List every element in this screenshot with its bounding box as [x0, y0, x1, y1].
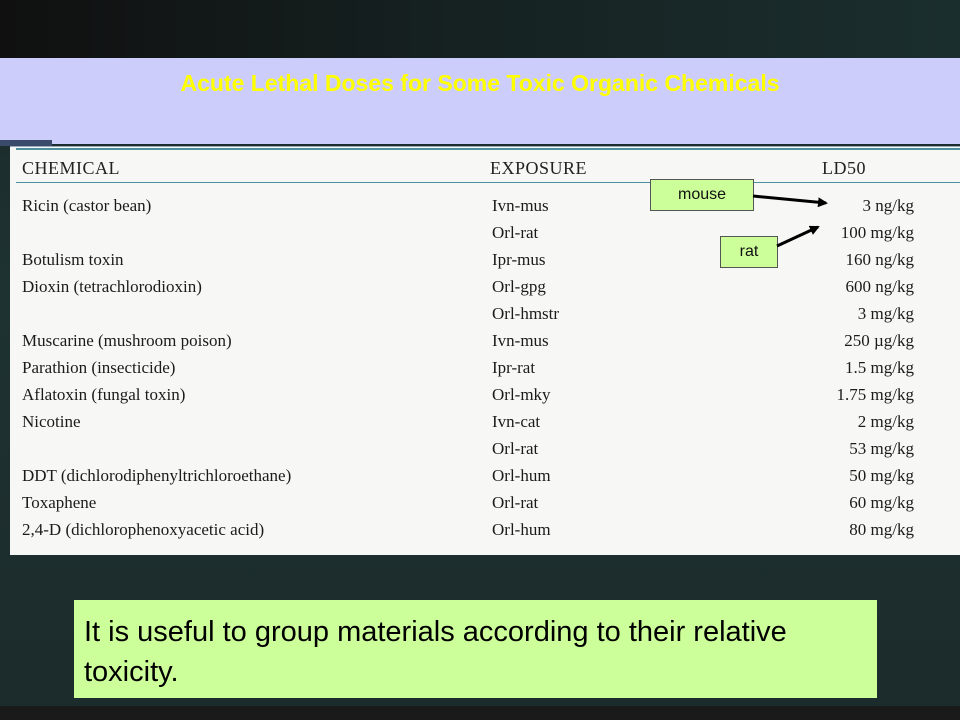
header-ld50: LD50 [822, 158, 866, 178]
cell-ld50: 1.75 mg/kg [836, 385, 914, 404]
cell-chemical: DDT (dichlorodiphenyltrichloroethane) [22, 466, 292, 485]
header-chemical: CHEMICAL [22, 158, 120, 178]
cell-exposure: Orl-hum [492, 466, 551, 485]
cell-ld50: 60 mg/kg [849, 493, 914, 512]
cell-exposure: Orl-rat [492, 439, 539, 458]
cell-ld50: 100 mg/kg [840, 223, 914, 242]
table-row: Orl-rat 100 mg/kg [0, 223, 960, 250]
cell-chemical: Ricin (castor bean) [22, 196, 152, 215]
table-row: Toxaphene Orl-rat 60 mg/kg [0, 493, 960, 520]
cell-exposure: Ipr-mus [492, 250, 546, 269]
mouse-callout: mouse [650, 179, 754, 211]
cell-chemical: Dioxin (tetrachlorodioxin) [22, 277, 202, 296]
cell-chemical: Toxaphene [22, 493, 97, 512]
cell-chemical: Aflatoxin (fungal toxin) [22, 385, 186, 404]
cell-exposure: Orl-rat [492, 493, 539, 512]
slide-title: Acute Lethal Doses for Some Toxic Organi… [180, 70, 780, 96]
cell-exposure: Ivn-mus [492, 196, 549, 215]
table-row: Aflatoxin (fungal toxin) Orl-mky 1.75 mg… [0, 385, 960, 412]
cell-ld50: 250 µg/kg [844, 331, 914, 350]
cell-exposure: Orl-hum [492, 520, 551, 539]
table-row: DDT (dichlorodiphenyltrichloroethane) Or… [0, 466, 960, 493]
cell-chemical: Parathion (insecticide) [22, 358, 176, 377]
table-header-rule [16, 182, 960, 183]
table-row: Muscarine (mushroom poison) Ivn-mus 250 … [0, 331, 960, 358]
rat-callout: rat [720, 236, 778, 268]
cell-ld50: 160 ng/kg [845, 250, 914, 269]
table-row: Orl-hmstr 3 mg/kg [0, 304, 960, 331]
cell-exposure: Orl-mky [492, 385, 551, 404]
cell-ld50: 53 mg/kg [849, 439, 914, 458]
cell-chemical: 2,4-D (dichlorophenoxyacetic acid) [22, 520, 265, 539]
cell-ld50: 3 ng/kg [862, 196, 914, 215]
cell-exposure: Orl-rat [492, 223, 539, 242]
cell-exposure: Orl-gpg [492, 277, 546, 296]
top-band [0, 0, 960, 58]
table-row: Ricin (castor bean) Ivn-mus 3 ng/kg [0, 196, 960, 223]
cell-ld50: 3 mg/kg [857, 304, 914, 323]
table-row: Parathion (insecticide) Ipr-rat 1.5 mg/k… [0, 358, 960, 385]
cell-exposure: Ivn-mus [492, 331, 549, 350]
cell-exposure: Orl-hmstr [492, 304, 560, 323]
header-exposure: EXPOSURE [490, 158, 588, 178]
cell-ld50: 2 mg/kg [857, 412, 914, 431]
table-row: Botulism toxin Ipr-mus 160 ng/kg [0, 250, 960, 277]
bottom-strip [0, 706, 960, 720]
cell-ld50: 50 mg/kg [849, 466, 914, 485]
table-top-rule [16, 148, 960, 150]
cell-ld50: 1.5 mg/kg [845, 358, 914, 377]
note-text: It is useful to group materials accordin… [84, 616, 787, 688]
table-row: Dioxin (tetrachlorodioxin) Orl-gpg 600 n… [0, 277, 960, 304]
cell-chemical: Muscarine (mushroom poison) [22, 331, 232, 350]
cell-ld50: 600 ng/kg [845, 277, 914, 296]
cell-exposure: Ipr-rat [492, 358, 536, 377]
cell-chemical: Nicotine [22, 412, 81, 431]
cell-exposure: Ivn-cat [492, 412, 541, 431]
table-row: 2,4-D (dichlorophenoxyacetic acid) Orl-h… [0, 520, 960, 547]
cell-ld50: 80 mg/kg [849, 520, 914, 539]
table-row: Nicotine Ivn-cat 2 mg/kg [0, 412, 960, 439]
table-row: Orl-rat 53 mg/kg [0, 439, 960, 466]
cell-chemical: Botulism toxin [22, 250, 124, 269]
